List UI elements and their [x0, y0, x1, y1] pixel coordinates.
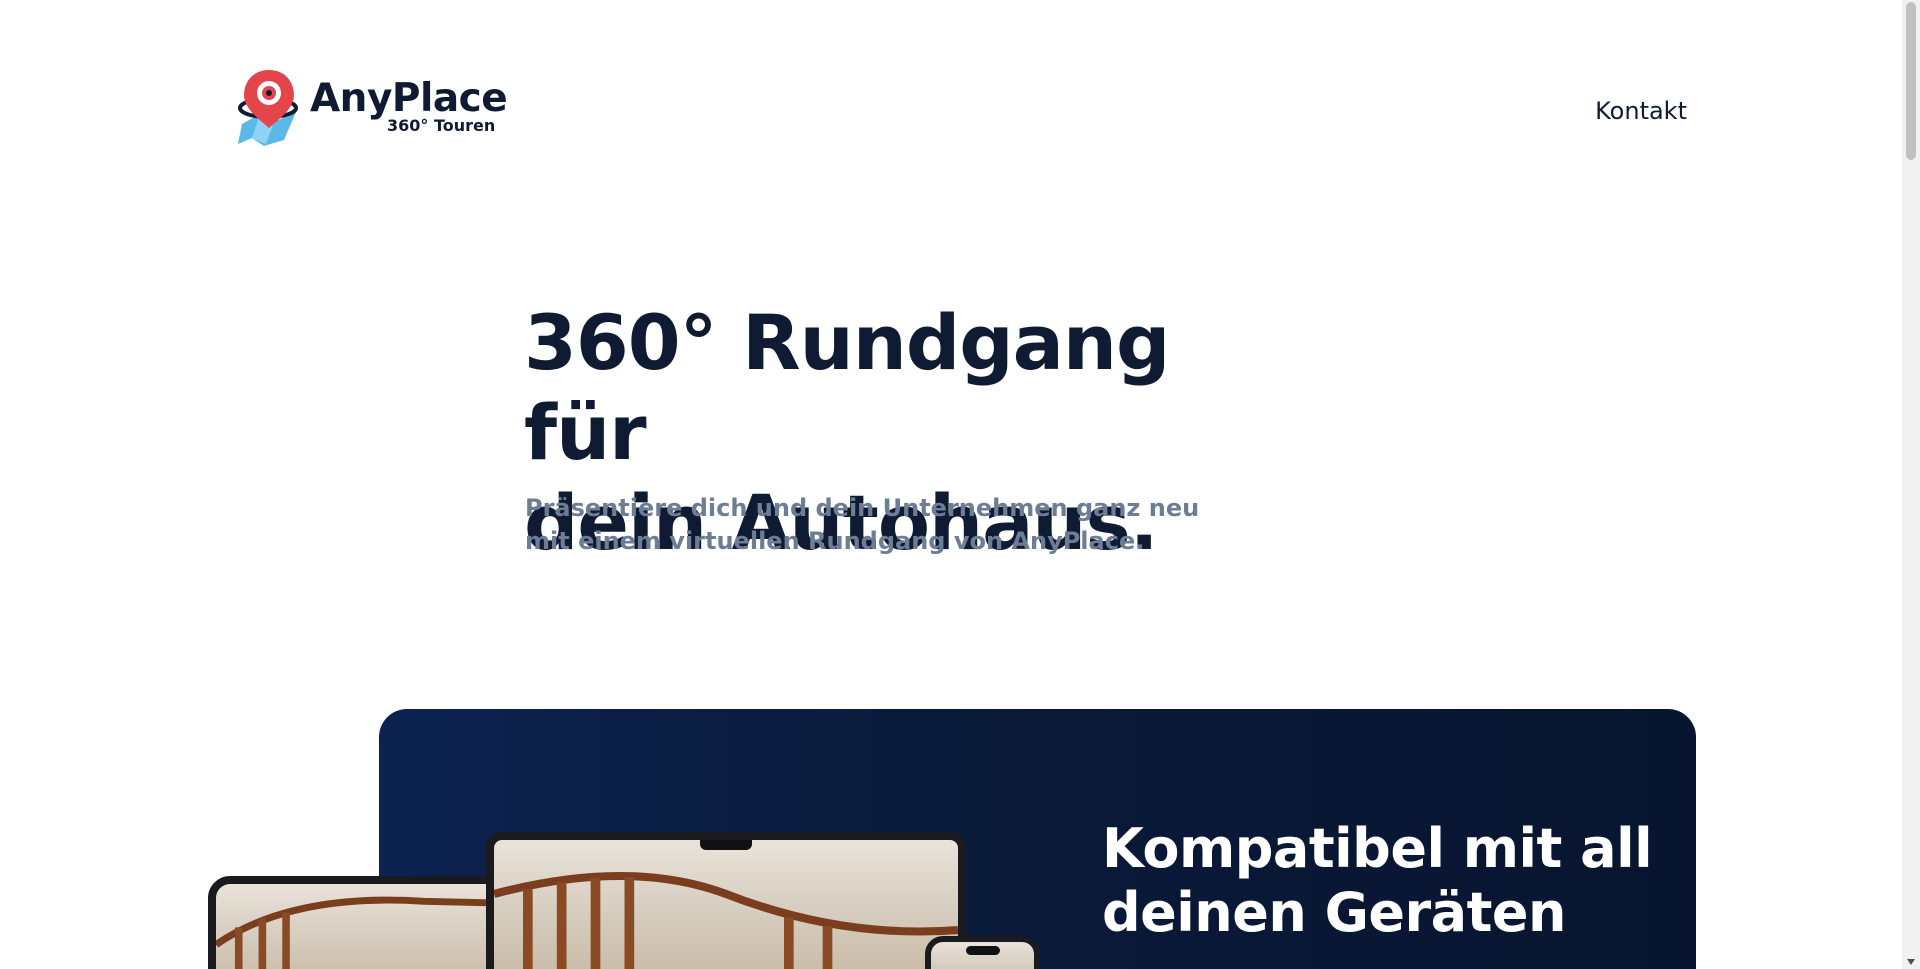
page: AnyPlace 360° Touren Kontakt 360° Rundga…: [0, 0, 1902, 969]
phone-mockup: [925, 936, 1040, 969]
scrollbar-thumb[interactable]: [1906, 2, 1916, 160]
nav-contact-link[interactable]: Kontakt: [1595, 97, 1687, 125]
hero-subtitle-line-1: Präsentiere dich und dein Unternehmen ga…: [525, 494, 1200, 522]
tour-preview-image: [494, 840, 958, 969]
brand-name: AnyPlace: [310, 76, 508, 121]
chevron-down-icon[interactable]: [1907, 959, 1915, 965]
brand-logo[interactable]: AnyPlace 360° Touren: [238, 68, 508, 146]
phone-dynamic-island: [965, 946, 1000, 955]
tour-preview-image: [216, 884, 500, 969]
laptop-camera-notch: [700, 840, 752, 850]
devices-title: Kompatibel mit all deinen Geräten: [1102, 817, 1662, 945]
hero-subtitle-line-2: mit einem virtuellen Rundgang von AnyPla…: [525, 527, 1145, 555]
brand-tagline: 360° Touren: [387, 116, 496, 135]
hero-subtitle: Präsentiere dich und dein Unternehmen ga…: [525, 492, 1205, 558]
map-pin-logo-icon: [238, 70, 298, 146]
laptop-mockup: [486, 832, 966, 969]
hero-title-line-1: 360° Rundgang für: [524, 298, 1170, 477]
tablet-mockup: [208, 876, 508, 969]
devices-title-line-2: deinen Geräten: [1102, 881, 1567, 944]
devices-title-line-1: Kompatibel mit all: [1102, 817, 1653, 880]
vertical-scrollbar[interactable]: [1902, 0, 1920, 969]
